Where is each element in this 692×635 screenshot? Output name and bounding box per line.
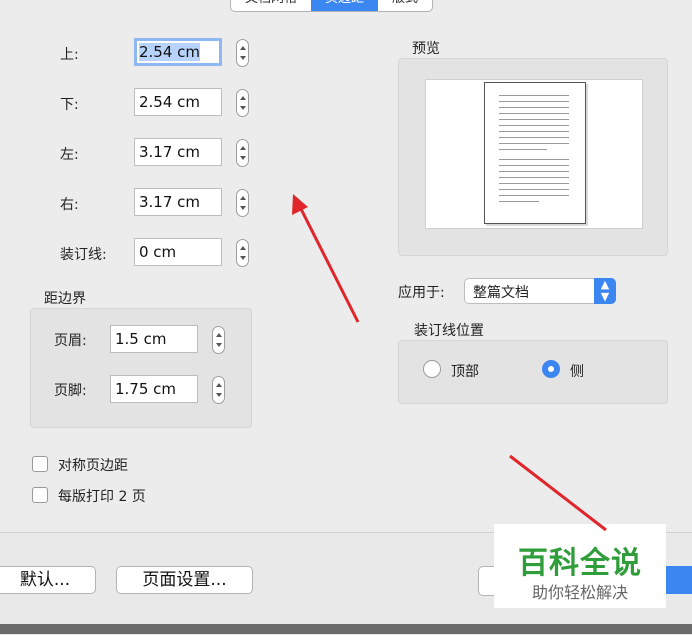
header-label: 页眉: (54, 333, 87, 349)
window-edge (0, 624, 692, 634)
header-input[interactable]: 1.5 cm (110, 325, 198, 353)
right-margin-label: 右: (60, 197, 79, 213)
tab-layout[interactable]: 版式 (378, 0, 432, 11)
from-edge-title: 距边界 (44, 291, 86, 307)
apply-to-value: 整篇文档 (473, 285, 529, 301)
gutter-top-radio[interactable] (423, 360, 441, 378)
gutter-stepper[interactable] (236, 239, 249, 267)
default-button[interactable]: 默认... (0, 566, 96, 594)
bottom-margin-stepper[interactable] (236, 89, 249, 117)
gutter-label: 装订线: (60, 247, 107, 263)
tab-document-grid[interactable]: 文档网格 (231, 0, 311, 11)
watermark-logo: 百科全说 助你轻松解决 (494, 524, 666, 608)
chevron-updown-icon: ▲ ▼ (594, 278, 616, 304)
gutter-input[interactable]: 0 cm (134, 238, 222, 266)
preview-canvas (425, 79, 643, 229)
apply-to-select[interactable]: 整篇文档 ▲ ▼ (464, 278, 616, 304)
preview-panel (398, 58, 668, 256)
left-margin-label: 左: (60, 147, 79, 163)
top-margin-input[interactable]: 2.54 cm (134, 38, 222, 66)
tab-bar: 文档网格 页边距 版式 (230, 0, 434, 12)
preview-page (484, 82, 586, 224)
red-arrow-icon (292, 194, 360, 323)
footer-input[interactable]: 1.75 cm (110, 375, 198, 403)
right-margin-input[interactable]: 3.17 cm (134, 188, 222, 216)
red-arrow-icon (509, 454, 607, 532)
two-pages-label: 每版打印 2 页 (58, 489, 146, 505)
mirror-margins-checkbox[interactable] (32, 456, 48, 472)
right-margin-stepper[interactable] (236, 189, 249, 217)
left-margin-input[interactable]: 3.17 cm (134, 138, 222, 166)
gutter-side-label: 侧 (570, 364, 584, 380)
bottom-margin-input[interactable]: 2.54 cm (134, 88, 222, 116)
page-setup-button[interactable]: 页面设置... (116, 566, 253, 594)
header-stepper[interactable] (212, 326, 225, 354)
gutter-position-title: 装订线位置 (414, 323, 484, 339)
gutter-side-radio[interactable] (542, 360, 560, 378)
top-margin-stepper[interactable] (236, 39, 249, 67)
footer-stepper[interactable] (212, 376, 225, 404)
top-margin-label: 上: (60, 47, 79, 63)
watermark-subtitle: 助你轻松解决 (531, 583, 628, 602)
two-pages-checkbox[interactable] (32, 487, 48, 503)
apply-to-label: 应用于: (398, 285, 445, 301)
left-margin-stepper[interactable] (236, 139, 249, 167)
bottom-margin-label: 下: (60, 97, 79, 113)
tab-margins[interactable]: 页边距 (311, 0, 379, 11)
mirror-margins-label: 对称页边距 (58, 458, 128, 474)
footer-label: 页脚: (54, 383, 87, 399)
preview-title: 预览 (412, 41, 440, 57)
gutter-top-label: 顶部 (451, 364, 479, 380)
watermark-title: 百科全说 (518, 546, 642, 581)
